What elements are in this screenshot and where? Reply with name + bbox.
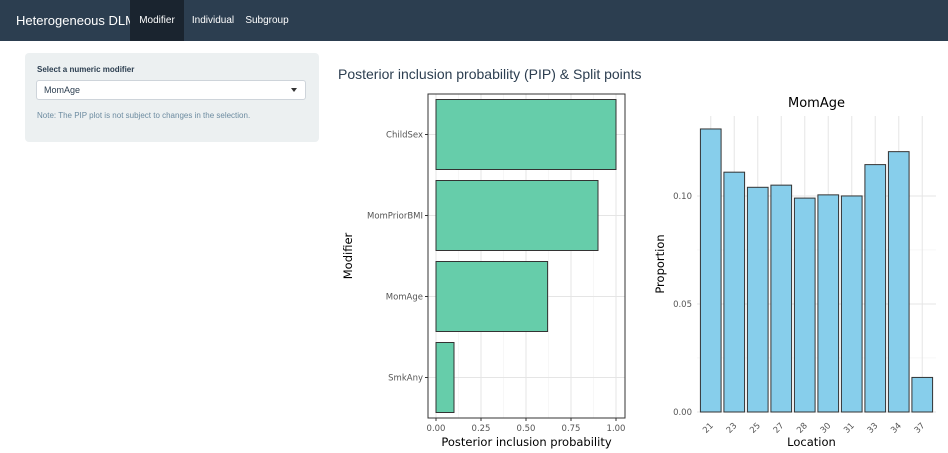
split-y-tick-label: 0.05 [673, 300, 692, 310]
pip-x-tick-label: 1.00 [607, 424, 626, 434]
pip-y-tick-label: MomPriorBMI [367, 212, 423, 222]
split-x-tick-label: 27 [772, 421, 787, 436]
split-x-tick-label: 37 [913, 421, 928, 436]
split-bar [699, 128, 722, 413]
split-x-tick-label: 23 [725, 421, 740, 436]
split-bar [770, 184, 793, 413]
pip-y-tick-label: SmkAny [388, 374, 423, 384]
split-x-tick-label: 25 [748, 421, 763, 436]
pip-x-axis-label: Posterior inclusion probability [441, 435, 611, 449]
pip-bar [435, 261, 549, 332]
pip-bar [435, 99, 617, 170]
split-x-tick-label: 28 [795, 421, 810, 436]
split-x-tick-label: 33 [866, 421, 881, 436]
split-x-tick-label: 34 [889, 421, 904, 436]
split-bar [723, 171, 746, 413]
split-bar [911, 376, 934, 413]
pip-x-tick-label: 0.75 [562, 424, 581, 434]
split-bar [840, 195, 863, 413]
pip-y-axis-label: Modifier [341, 232, 355, 279]
split-y-tick-label: 0.00 [673, 408, 692, 418]
split-bar [817, 194, 840, 413]
pip-y-tick-label: ChildSex [386, 131, 423, 141]
pip-x-tick-label: 0.50 [517, 424, 536, 434]
pip-x-tick-label: 0.25 [472, 424, 491, 434]
split-bar [864, 164, 887, 413]
plots-canvas: ChildSex MomPriorBMI MomAge SmkAny 0.00 0.25 0… [341, 93, 936, 449]
split-y-tick-label: 0.10 [673, 192, 692, 202]
split-bar [887, 151, 910, 413]
pip-bar [435, 180, 599, 251]
split-x-tick-label: 21 [701, 421, 716, 436]
split-x-axis-label: Location [787, 435, 836, 449]
pip-bar [435, 342, 455, 413]
split-x-tick-label: 30 [819, 421, 834, 436]
split-y-axis-label: Proportion [653, 234, 667, 293]
pip-y-tick-label: MomAge [386, 293, 423, 303]
split-bar [793, 197, 816, 413]
split-plot-title: MomAge [788, 96, 845, 111]
split-x-tick-label: 31 [842, 421, 857, 436]
pip-x-tick-label: 0.00 [427, 424, 446, 434]
split-bar [746, 186, 769, 413]
